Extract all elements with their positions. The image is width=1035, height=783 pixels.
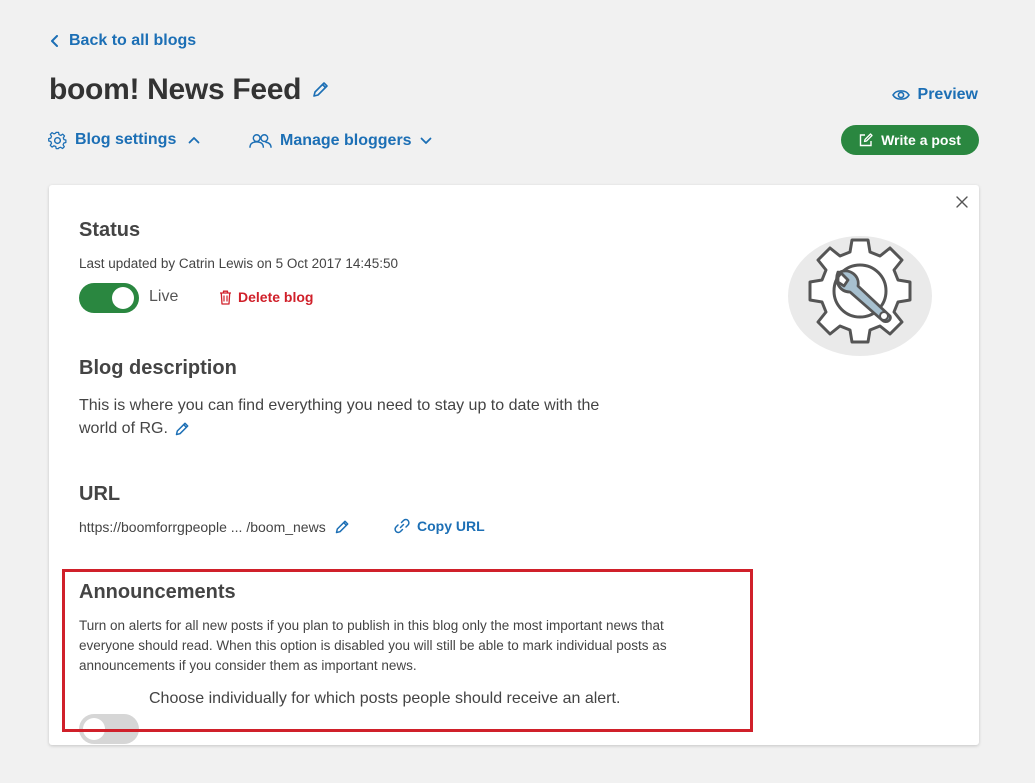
- settings-illustration: [788, 236, 932, 356]
- live-toggle[interactable]: [79, 283, 139, 313]
- blog-title: boom! News Feed: [49, 73, 302, 106]
- back-link-label: Back to all blogs: [69, 32, 197, 49]
- description-line-2: world of RG.: [79, 420, 168, 437]
- link-icon: [394, 518, 410, 534]
- pencil-icon[interactable]: [334, 519, 350, 535]
- description-text: This is where you can find everything yo…: [79, 394, 599, 440]
- pencil-icon[interactable]: [174, 421, 190, 437]
- status-heading: Status: [79, 219, 141, 241]
- manage-bloggers-label: Manage bloggers: [280, 132, 412, 149]
- chevron-left-icon: [51, 35, 58, 47]
- close-icon[interactable]: [955, 195, 969, 209]
- url-row: https://boomforrgpeople ... /boom_news: [79, 519, 350, 535]
- copy-url-label: Copy URL: [417, 518, 485, 534]
- blog-settings-label: Blog settings: [75, 131, 177, 148]
- write-post-label: Write a post: [881, 132, 961, 148]
- write-post-button[interactable]: Write a post: [841, 125, 979, 155]
- users-icon: [249, 134, 272, 148]
- edit-icon: [859, 133, 873, 147]
- back-to-blogs-link[interactable]: Back to all blogs: [49, 30, 196, 52]
- preview-link[interactable]: Preview: [891, 84, 978, 106]
- description-heading: Blog description: [79, 357, 237, 379]
- toggle-knob: [112, 287, 134, 309]
- gear-icon: [48, 131, 67, 149]
- url-value: https://boomforrgpeople ... /boom_news: [79, 519, 326, 535]
- delete-blog-label: Delete blog: [238, 289, 314, 305]
- copy-url-link[interactable]: Copy URL: [394, 518, 485, 534]
- last-updated-text: Last updated by Catrin Lewis on 5 Oct 20…: [79, 256, 398, 271]
- highlight-box: [62, 569, 753, 732]
- eye-icon: [891, 90, 910, 100]
- pencil-icon[interactable]: [311, 81, 329, 99]
- trash-icon: [220, 290, 231, 305]
- description-line-1: This is where you can find everything yo…: [79, 397, 600, 414]
- live-label: Live: [149, 288, 179, 305]
- url-heading: URL: [79, 483, 121, 505]
- page-title: boom! News Feed: [49, 70, 329, 110]
- delete-blog-link[interactable]: Delete blog: [219, 289, 313, 305]
- tab-blog-settings[interactable]: Blog settings: [48, 128, 200, 152]
- tab-manage-bloggers[interactable]: Manage bloggers: [249, 129, 432, 153]
- preview-label: Preview: [917, 86, 978, 103]
- chevron-up-icon: [188, 137, 200, 144]
- chevron-down-icon: [420, 137, 431, 144]
